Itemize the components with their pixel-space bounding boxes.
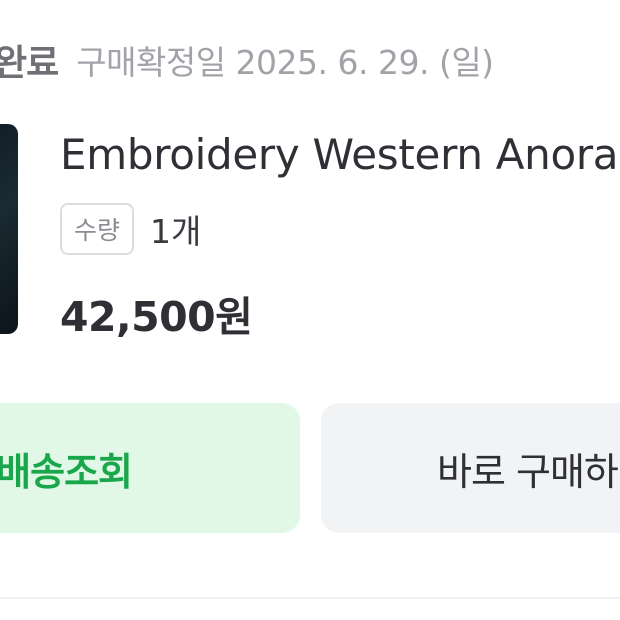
purchase-confirm-date: 구매확정일 2025. 6. 29. (일) [76, 43, 494, 82]
order-status-row: 완료 구매확정일 2025. 6. 29. (일) [0, 30, 494, 90]
section-divider [0, 597, 620, 599]
track-delivery-button[interactable]: 배송조회 [0, 403, 300, 533]
product-name[interactable]: Embroidery Western Anora [60, 130, 619, 179]
order-item-card: 완료 구매확정일 2025. 6. 29. (일) Embroidery Wes… [0, 0, 620, 620]
product-thumbnail[interactable] [0, 124, 18, 334]
quantity-badge: 수량 [60, 203, 134, 255]
buy-again-button[interactable]: 바로 구매하 [321, 403, 620, 533]
order-status-label: 완료 [0, 43, 59, 84]
quantity-value: 1개 [150, 212, 202, 251]
quantity-row: 수량 1개 [60, 203, 201, 255]
product-price: 42,500원 [60, 293, 253, 341]
buy-again-label: 바로 구매하 [437, 449, 619, 494]
track-delivery-label: 배송조회 [0, 449, 133, 494]
